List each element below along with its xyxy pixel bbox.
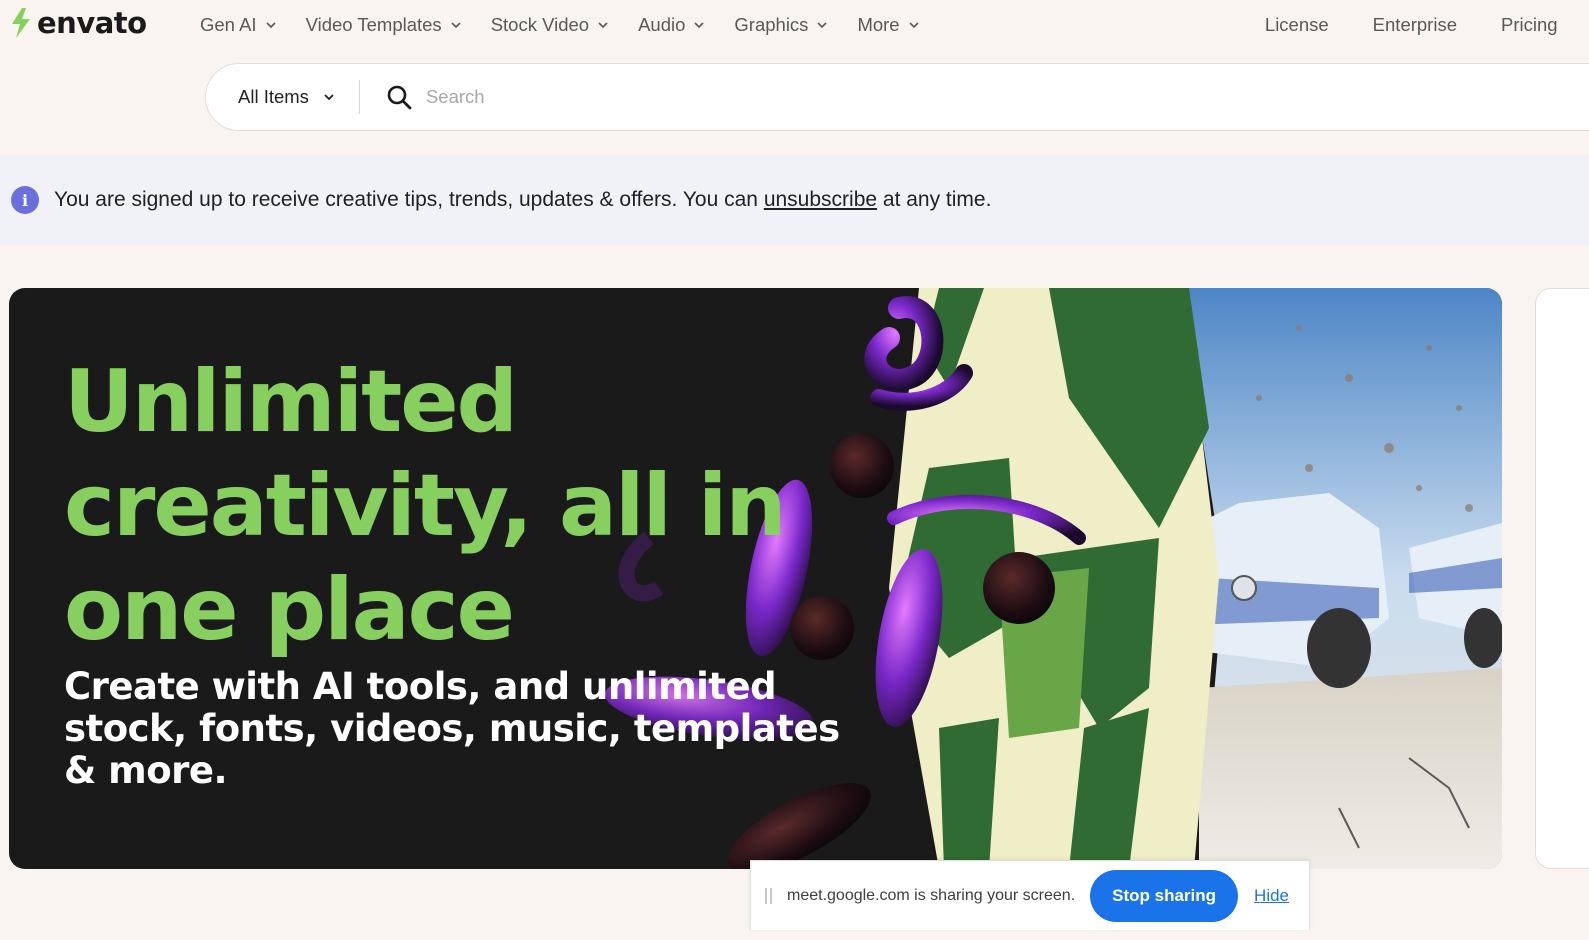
nav-item-label: More — [857, 14, 900, 35]
category-dropdown[interactable]: All Items — [238, 86, 335, 108]
hero-banner[interactable]: Unlimited creativity, all in one place C… — [9, 288, 1502, 869]
unsubscribe-link[interactable]: unsubscribe — [764, 188, 877, 211]
subscription-notice: i You are signed up to receive creative … — [0, 155, 1589, 245]
nav-item-label: Audio — [638, 14, 686, 35]
nav-link-pricing[interactable]: Pricing — [1501, 10, 1589, 40]
hide-link[interactable]: Hide — [1254, 886, 1289, 906]
search-input[interactable] — [425, 86, 1226, 108]
chevron-down-icon — [909, 22, 919, 29]
stop-sharing-button[interactable]: Stop sharing — [1090, 869, 1239, 922]
notice-text-after: at any time. — [882, 188, 992, 211]
logo-wordmark: envato — [37, 6, 147, 40]
nav-item-audio[interactable]: Audio — [638, 10, 705, 40]
chevron-down-icon — [451, 22, 461, 29]
nav-item-stock-video[interactable]: Stock Video — [491, 10, 609, 40]
search-icon[interactable] — [386, 84, 412, 110]
search-divider — [358, 80, 360, 114]
nav-link-enterprise[interactable]: Enterprise — [1373, 10, 1457, 40]
chevron-down-icon — [598, 22, 608, 29]
chevron-down-icon — [817, 22, 828, 29]
chevron-down-icon — [324, 94, 334, 101]
nav-item-label: Video Templates — [305, 14, 442, 35]
nav-link-license[interactable]: License — [1265, 10, 1329, 40]
nav-item-label: Gen AI — [200, 14, 257, 35]
nav-item-label: Graphics — [734, 14, 809, 35]
nav-item-gen-ai[interactable]: Gen AI — [200, 10, 277, 40]
info-icon: i — [11, 186, 39, 214]
chevron-down-icon — [694, 22, 704, 29]
hero-subtitle: Create with AI tools, and unlimited stoc… — [64, 665, 840, 792]
drag-handle-icon[interactable] — [765, 887, 773, 904]
notice-text: You are signed up to receive creative ti… — [54, 188, 991, 212]
search-bar: All Items — [205, 63, 1589, 131]
nav-item-video-templates[interactable]: Video Templates — [306, 10, 462, 40]
leaf-logo-icon — [12, 8, 30, 38]
screen-share-bar: meet.google.com is sharing your screen. … — [750, 860, 1310, 930]
hero-title: Unlimited creativity, all in one place — [64, 352, 787, 660]
main-menu: Gen AI Video Templates Stock Video Audio… — [200, 10, 949, 40]
chevron-down-icon — [266, 22, 276, 29]
category-dropdown-label: All Items — [238, 86, 309, 107]
notice-text-before: You are signed up to receive creative ti… — [54, 188, 758, 211]
nav-item-more[interactable]: More — [857, 10, 919, 40]
screen-share-message: meet.google.com is sharing your screen. — [787, 886, 1076, 904]
envato-logo[interactable]: envato — [8, 4, 147, 42]
top-navigation: envato Gen AI Video Templates Stock Vide… — [0, 0, 1589, 50]
nav-item-graphics[interactable]: Graphics — [734, 10, 828, 40]
nav-item-label: Stock Video — [490, 14, 590, 35]
secondary-menu: License Enterprise Pricing — [1265, 10, 1589, 40]
next-carousel-card[interactable] — [1535, 288, 1589, 869]
